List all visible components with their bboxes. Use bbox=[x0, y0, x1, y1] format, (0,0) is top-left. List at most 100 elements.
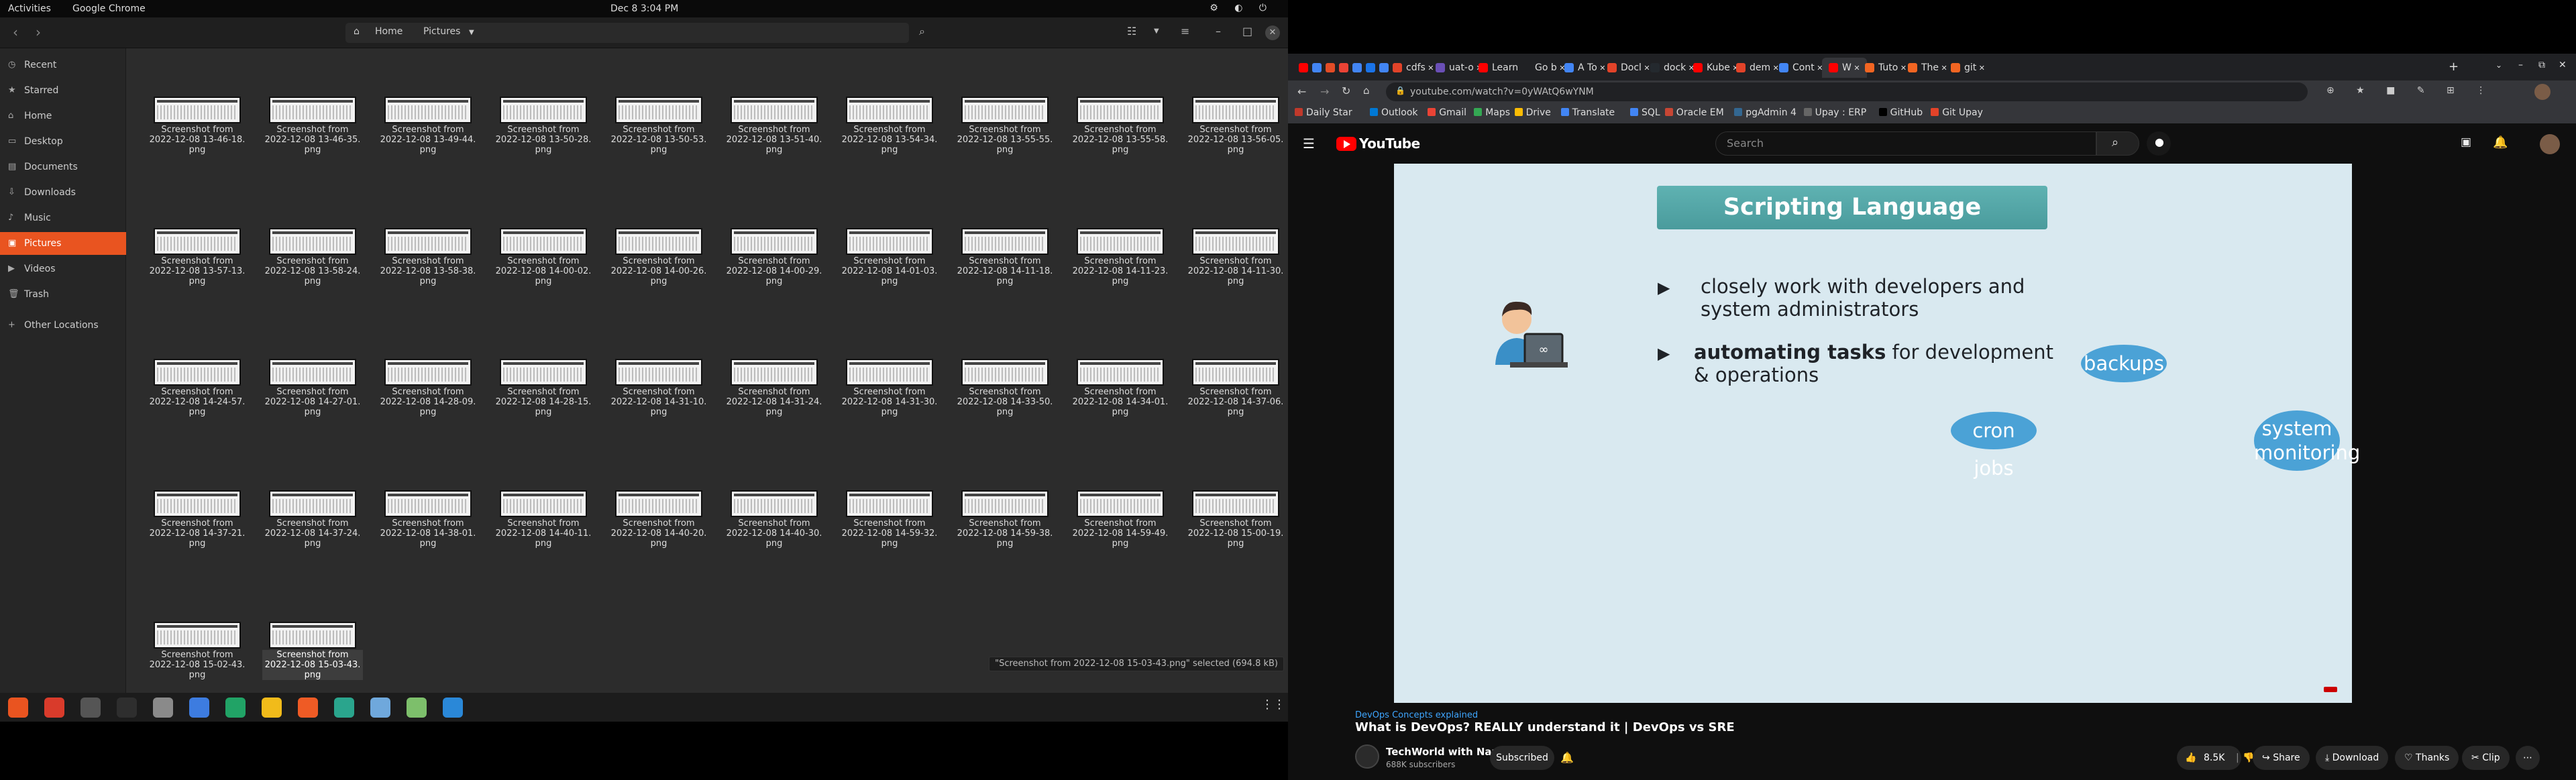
file-item[interactable]: Screenshot from 2022-12-08 13-50-53. png bbox=[608, 97, 709, 217]
file-item[interactable]: Screenshot from 2022-12-08 14-28-15. png bbox=[493, 359, 594, 480]
address-bar[interactable]: youtube.com/watch?v=0yWAtQ6wYNM bbox=[1386, 82, 2308, 101]
ubuntu-software-icon[interactable] bbox=[8, 698, 28, 718]
sidebar-item-documents[interactable]: ▤ Documents bbox=[0, 156, 126, 178]
browser-tab[interactable] bbox=[1366, 58, 1379, 78]
chrome-icon[interactable] bbox=[262, 698, 282, 718]
youtube-logo[interactable]: YouTube bbox=[1336, 135, 1420, 152]
forward-icon[interactable]: → bbox=[1320, 85, 1329, 98]
like-button[interactable]: 👍 8.5K | 👎 bbox=[2177, 746, 2254, 770]
file-item[interactable]: Screenshot from 2022-12-08 14-00-02. png bbox=[493, 228, 594, 349]
file-item[interactable]: Screenshot from 2022-12-08 14-28-09. png bbox=[378, 359, 478, 480]
postman-icon[interactable] bbox=[298, 698, 318, 718]
browser-tab[interactable]: Go b ✕ bbox=[1521, 58, 1565, 78]
extensions-icon[interactable]: ⊕ ★ ■ ✎ ⊞ ⋮ bbox=[2326, 85, 2495, 96]
file-item[interactable]: Screenshot from 2022-12-08 13-46-35. png bbox=[262, 97, 363, 217]
search-button[interactable]: ⌕ bbox=[2096, 131, 2139, 156]
anydesk-icon[interactable] bbox=[44, 698, 64, 718]
voice-search-button[interactable]: ● bbox=[2147, 131, 2171, 156]
file-item[interactable]: Screenshot from 2022-12-08 14-27-01. png bbox=[262, 359, 363, 480]
browser-tab[interactable] bbox=[1312, 58, 1326, 78]
back-icon[interactable]: ← bbox=[1297, 85, 1306, 98]
file-item[interactable]: Screenshot from 2022-12-08 13-50-28. png bbox=[493, 97, 594, 217]
clip-button[interactable]: ✂ Clip bbox=[2462, 746, 2510, 770]
file-item[interactable]: Screenshot from 2022-12-08 13-56-05. png bbox=[1185, 97, 1286, 217]
bookmark-github[interactable]: GitHub bbox=[1878, 107, 1923, 118]
browser-tab[interactable]: dem ✕ bbox=[1736, 58, 1779, 78]
file-item[interactable]: Screenshot from 2022-12-08 13-58-38. png bbox=[378, 228, 478, 349]
new-tab-button[interactable]: + bbox=[2449, 60, 2459, 74]
bookmark-gmail[interactable]: Gmail bbox=[1428, 107, 1466, 118]
bookmark-oracle-em[interactable]: Oracle EM bbox=[1664, 107, 1724, 118]
browser-tab[interactable] bbox=[1379, 58, 1393, 78]
file-item[interactable]: Screenshot from 2022-12-08 14-24-57. png bbox=[147, 359, 248, 480]
share-button[interactable]: ↪ Share bbox=[2253, 746, 2310, 770]
terminal-icon[interactable] bbox=[117, 698, 137, 718]
sidebar-item-starred[interactable]: ★ Starred bbox=[0, 79, 126, 102]
browser-tab[interactable]: dock ✕ bbox=[1650, 58, 1695, 78]
bookmark-translate[interactable]: Translate bbox=[1560, 107, 1615, 118]
file-item[interactable]: Screenshot from 2022-12-08 14-37-24. png bbox=[262, 490, 363, 611]
file-item[interactable]: Screenshot from 2022-12-08 14-11-30. png bbox=[1185, 228, 1286, 349]
file-item[interactable]: Screenshot from 2022-12-08 13-57-13. png bbox=[147, 228, 248, 349]
vscode-icon[interactable] bbox=[443, 698, 463, 718]
view-list-icon[interactable]: ☷ bbox=[1127, 25, 1136, 38]
file-item[interactable]: Screenshot from 2022-12-08 14-33-50. png bbox=[955, 359, 1055, 480]
files-icon[interactable] bbox=[153, 698, 173, 718]
file-item[interactable]: Screenshot from 2022-12-08 13-54-34. png bbox=[839, 97, 940, 217]
hamburger-menu-icon[interactable]: ☰ bbox=[1303, 135, 1315, 152]
image-viewer-icon[interactable] bbox=[407, 698, 427, 718]
reload-icon[interactable]: ↻ bbox=[1342, 85, 1350, 97]
pycharm-icon[interactable] bbox=[370, 698, 390, 718]
browser-tab[interactable] bbox=[1339, 58, 1352, 78]
browser-tab[interactable] bbox=[1352, 58, 1366, 78]
browser-tab[interactable]: Cont ✕ bbox=[1779, 58, 1823, 78]
channel-name[interactable]: TechWorld with Nana bbox=[1386, 746, 1505, 758]
breadcrumb-pictures[interactable]: Pictures bbox=[423, 26, 460, 37]
file-item[interactable]: Screenshot from 2022-12-08 14-37-06. png bbox=[1185, 359, 1286, 480]
channel-avatar[interactable] bbox=[1355, 744, 1379, 769]
file-item[interactable]: Screenshot from 2022-12-08 14-59-32. png bbox=[839, 490, 940, 611]
file-item[interactable]: Screenshot from 2022-12-08 13-55-55. png bbox=[955, 97, 1055, 217]
file-item[interactable]: Screenshot from 2022-12-08 14-00-29. png bbox=[724, 228, 824, 349]
sidebar-item-recent[interactable]: ◷ Recent bbox=[0, 54, 126, 76]
search-input[interactable]: Search bbox=[1715, 131, 2096, 156]
screenshot-tool-icon[interactable] bbox=[334, 698, 354, 718]
bookmark-outlook[interactable]: Outlook bbox=[1370, 107, 1418, 118]
sidebar-item-music[interactable]: ♪ Music bbox=[0, 207, 126, 229]
minimize-icon[interactable]: – bbox=[2518, 60, 2523, 70]
chevron-down-icon[interactable]: ▼ bbox=[469, 29, 474, 36]
browser-tab[interactable] bbox=[1299, 58, 1312, 78]
docs-icon[interactable] bbox=[189, 698, 209, 718]
file-item[interactable]: Screenshot from 2022-12-08 13-58-24. png bbox=[262, 228, 363, 349]
sidebar-item-downloads[interactable]: ⇩ Downloads bbox=[0, 181, 126, 204]
video-player[interactable]: Scripting Language ∞ ▶ closely work with… bbox=[1394, 164, 2360, 703]
system-tray[interactable]: ⚙ ◐ ⏻ bbox=[1210, 3, 1273, 13]
search-icon[interactable]: ⌕ bbox=[919, 25, 925, 38]
app-menu[interactable]: Google Chrome bbox=[72, 3, 146, 14]
file-item[interactable]: Screenshot from 2022-12-08 14-31-10. png bbox=[608, 359, 709, 480]
file-item[interactable]: Screenshot from 2022-12-08 13-46-18. png bbox=[147, 97, 248, 217]
profile-avatar[interactable] bbox=[2534, 84, 2551, 100]
avatar[interactable] bbox=[2540, 134, 2560, 154]
more-actions-button[interactable]: ⋯ bbox=[2516, 746, 2540, 770]
file-item[interactable]: Screenshot from 2022-12-08 13-55-58. png bbox=[1070, 97, 1171, 217]
bookmark-daily-star[interactable]: Daily Star bbox=[1295, 107, 1352, 118]
file-item[interactable]: Screenshot from 2022-12-08 14-11-18. png bbox=[955, 228, 1055, 349]
file-item[interactable]: Screenshot from 2022-12-08 14-00-26. png bbox=[608, 228, 709, 349]
create-video-icon[interactable]: ▣ bbox=[2461, 135, 2471, 149]
sheets-icon[interactable] bbox=[225, 698, 246, 718]
thanks-button[interactable]: ♡ Thanks bbox=[2395, 746, 2459, 770]
activities-button[interactable]: Activities bbox=[8, 3, 51, 14]
bell-icon[interactable]: 🔔 bbox=[2493, 135, 2508, 150]
browser-tab[interactable] bbox=[1326, 58, 1339, 78]
sidebar-item-videos[interactable]: ▶ Videos bbox=[0, 258, 126, 280]
file-item[interactable]: Screenshot from 2022-12-08 14-01-03. png bbox=[839, 228, 940, 349]
file-item[interactable]: Screenshot from 2022-12-08 14-31-30. png bbox=[839, 359, 940, 480]
bell-icon[interactable]: 🔔 bbox=[1560, 751, 1574, 764]
tab-search-icon[interactable]: ⌄ bbox=[2496, 60, 2502, 70]
clock[interactable]: Dec 8 3:04 PM bbox=[610, 3, 678, 14]
forward-button[interactable]: › bbox=[27, 23, 50, 42]
close-icon[interactable]: ✕ bbox=[1265, 25, 1280, 40]
file-item[interactable]: Screenshot from 2022-12-08 14-40-30. png bbox=[724, 490, 824, 611]
menu-icon[interactable]: ≡ bbox=[1181, 25, 1189, 38]
